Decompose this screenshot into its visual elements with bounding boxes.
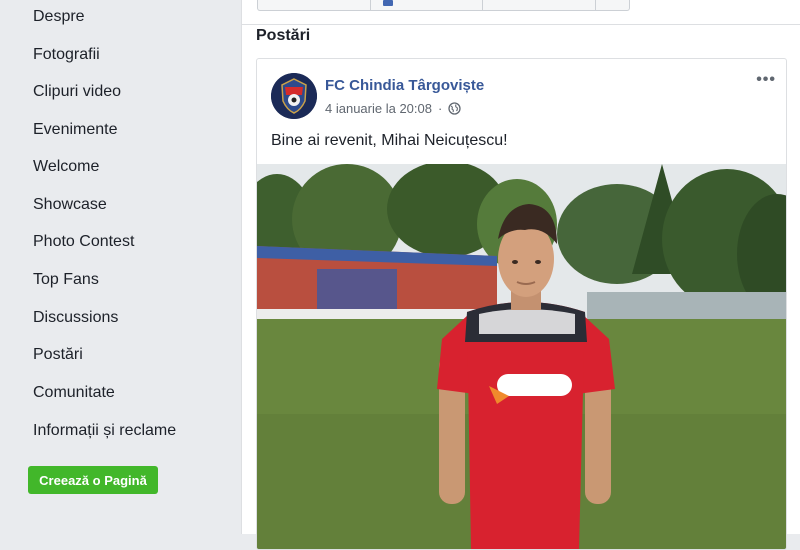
divider bbox=[242, 24, 800, 25]
post-timestamp[interactable]: 4 ianuarie la 20:08 bbox=[325, 101, 432, 116]
post-card: FC Chindia Târgoviște 4 ianuarie la 20:0… bbox=[256, 58, 787, 550]
sidebar-item-informatii[interactable]: Informații și reclame bbox=[33, 422, 176, 440]
post-author-link[interactable]: FC Chindia Târgoviște bbox=[325, 77, 484, 94]
sidebar-item-postari[interactable]: Postări bbox=[33, 346, 83, 364]
globe-icon bbox=[448, 102, 461, 115]
sidebar-item-discussions[interactable]: Discussions bbox=[33, 309, 118, 327]
action-tab[interactable] bbox=[483, 0, 596, 10]
sidebar-item-photo-contest[interactable]: Photo Contest bbox=[33, 233, 134, 251]
sidebar-item-fotografii[interactable]: Fotografii bbox=[33, 46, 100, 64]
sidebar-item-evenimente[interactable]: Evenimente bbox=[33, 121, 118, 139]
main-content: Postări FC Chindia Târgoviște 4 ianuarie… bbox=[241, 0, 800, 550]
left-sidebar: Despre Fotografii Clipuri video Evenimen… bbox=[0, 0, 241, 534]
post-text: Bine ai revenit, Mihai Neicuțescu! bbox=[271, 132, 508, 149]
sidebar-item-despre[interactable]: Despre bbox=[33, 8, 85, 26]
sidebar-item-top-fans[interactable]: Top Fans bbox=[33, 271, 99, 289]
action-tab[interactable] bbox=[371, 0, 484, 10]
post-photo[interactable] bbox=[257, 161, 786, 549]
sidebar-item-showcase[interactable]: Showcase bbox=[33, 196, 107, 214]
sidebar-item-clipuri-video[interactable]: Clipuri video bbox=[33, 83, 121, 101]
action-tab[interactable] bbox=[258, 0, 371, 10]
sidebar-item-comunitate[interactable]: Comunitate bbox=[33, 384, 115, 402]
top-action-bar[interactable] bbox=[257, 0, 630, 11]
section-title: Postări bbox=[256, 27, 311, 44]
create-page-button[interactable]: Creează o Pagină bbox=[28, 466, 158, 494]
page-avatar[interactable] bbox=[271, 73, 317, 119]
more-options-icon[interactable]: ••• bbox=[756, 71, 776, 89]
sidebar-item-welcome[interactable]: Welcome bbox=[33, 158, 99, 176]
post-meta: 4 ianuarie la 20:08 · bbox=[325, 101, 461, 116]
action-tab[interactable] bbox=[596, 0, 629, 10]
